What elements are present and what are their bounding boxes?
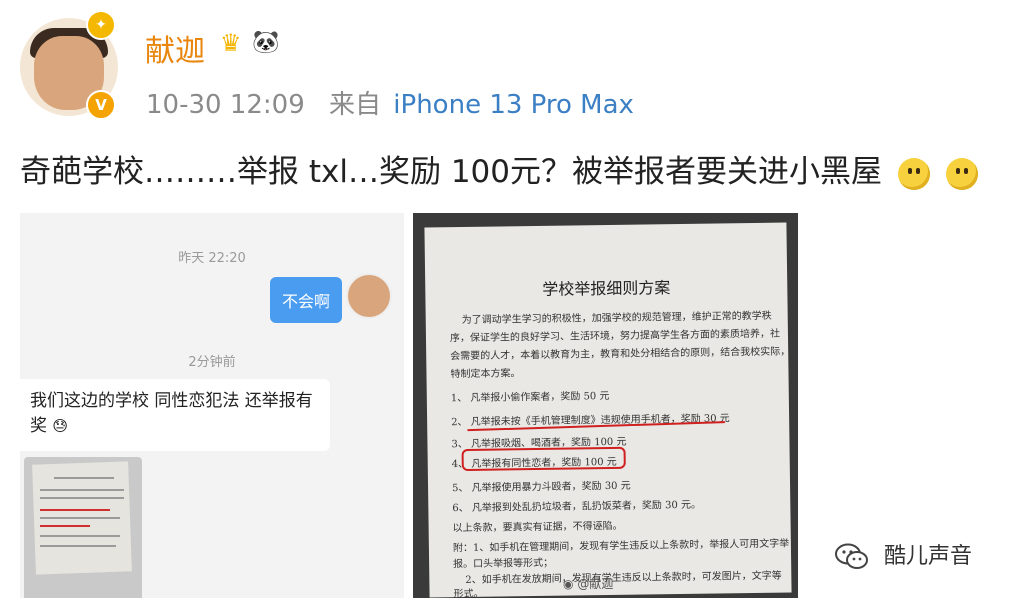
weibo-icon: ◉ bbox=[563, 577, 574, 591]
thumbnail-line bbox=[40, 489, 124, 491]
post-text-content: 奇葩学校………举报 txl…奖励 100元？被举报者要关进小黑屋 bbox=[20, 154, 882, 190]
post-meta: 10-30 12:09 来自 iPhone 13 Pro Max bbox=[146, 84, 634, 121]
chat-bubble-incoming: 我们这边的学校 同性恋犯法 还举报有奖 😓 bbox=[20, 379, 330, 451]
post-header: ✦ V 献迦 ♛ 🐼 10-30 12:09 来自 iPhone 13 Pro … bbox=[0, 0, 1021, 140]
chat-bubble-outgoing: 不会啊 bbox=[270, 277, 343, 323]
document-thumbnail[interactable] bbox=[24, 457, 142, 598]
chat-screenshot-image[interactable]: 昨天 22:20 不会啊 2分钟前 我们这边的学校 同性恋犯法 还举报有奖 😓 bbox=[20, 213, 404, 598]
panda-icon: 🐼 bbox=[252, 30, 280, 55]
thumbnail-line bbox=[40, 517, 120, 519]
sweat-emoji-icon: 😓 bbox=[52, 417, 69, 435]
chat-message-text: 我们这边的学校 同性恋犯法 还举报有奖 bbox=[30, 391, 313, 436]
thumbnail-line bbox=[40, 497, 124, 499]
wechat-account-mark: 酷儿声音 bbox=[835, 538, 972, 571]
crown-icon: ♛ bbox=[220, 29, 242, 57]
document-paper: 学校举报细则方案 为了调动学生学习的积极性，加强学校的规范管理，维护正常的教学秩… bbox=[424, 222, 792, 598]
wechat-icon bbox=[835, 543, 868, 569]
smile-emoji-icon bbox=[897, 157, 930, 190]
verified-icon: V bbox=[86, 90, 116, 120]
document-line: 6、 凡举报到处乱扔垃圾者，乱扔饭菜者，奖励 30 元。 bbox=[452, 499, 702, 515]
document-line: 5、 凡举报使用暴力斗殴者，奖励 30 元 bbox=[452, 480, 631, 495]
thumbnail-red-markup bbox=[40, 525, 90, 527]
weibo-watermark: ◉ @献迦 bbox=[563, 575, 613, 592]
document-photo-image[interactable]: 学校举报细则方案 为了调动学生学习的积极性，加强学校的规范管理，维护正常的教学秩… bbox=[413, 213, 798, 598]
post-time: 10-30 12:09 bbox=[146, 90, 305, 120]
chat-timestamp: 昨天 22:20 bbox=[178, 251, 246, 266]
document-title: 学校举报细则方案 bbox=[542, 278, 671, 299]
device-link[interactable]: iPhone 13 Pro Max bbox=[393, 90, 634, 120]
thumbnail-red-markup bbox=[40, 509, 110, 511]
document-line: 2、如手机在发放期间，发现有学生违反以上条款时，可发图片，文字等 bbox=[465, 570, 782, 587]
red-circle-markup bbox=[461, 446, 626, 472]
document-line: 1、 凡举报小偷作案者，奖励 50 元 bbox=[450, 390, 610, 405]
chat-avatar bbox=[346, 273, 392, 319]
document-line: 特制定本方案。 bbox=[450, 368, 521, 381]
post-text: 奇葩学校………举报 txl…奖励 100元？被举报者要关进小黑屋 bbox=[20, 146, 978, 191]
thumbnail-line bbox=[40, 545, 116, 547]
chat-timestamp: 2分钟前 bbox=[188, 355, 236, 370]
wechat-account-name: 酷儿声音 bbox=[884, 544, 973, 569]
crown-badge-icon: ✦ bbox=[86, 10, 116, 40]
watermark-text: @献迦 bbox=[577, 577, 614, 591]
from-label: 来自 bbox=[329, 90, 382, 120]
document-line: 为了调动学生学习的积极性，加强学校的规范管理，维护正常的教学秩 bbox=[461, 310, 772, 327]
username[interactable]: 献迦 bbox=[145, 26, 205, 70]
document-line: 序，保证学生的良好学习、生活环境，努力提高学生各方面的素质培养，社 bbox=[449, 328, 781, 345]
thumbnail-line bbox=[40, 535, 120, 537]
thumbnail-line bbox=[54, 477, 114, 479]
document-line: 附：1、如手机在管理期间，发现有学生违反以上条款时，举报人可用文字举 bbox=[452, 538, 790, 555]
user-avatar[interactable]: ✦ V bbox=[20, 10, 118, 120]
document-line: 以上条款，要真实有证据，不得诬陷。 bbox=[452, 520, 623, 535]
document-line: 报。口头举报等形式； bbox=[453, 557, 554, 571]
document-line: 会需要的人才，本着以教育为主，教育和处分相结合的原则，结合我校实际， bbox=[450, 346, 791, 363]
smile-emoji-icon bbox=[945, 157, 978, 190]
document-line: 形式。 bbox=[453, 588, 484, 598]
